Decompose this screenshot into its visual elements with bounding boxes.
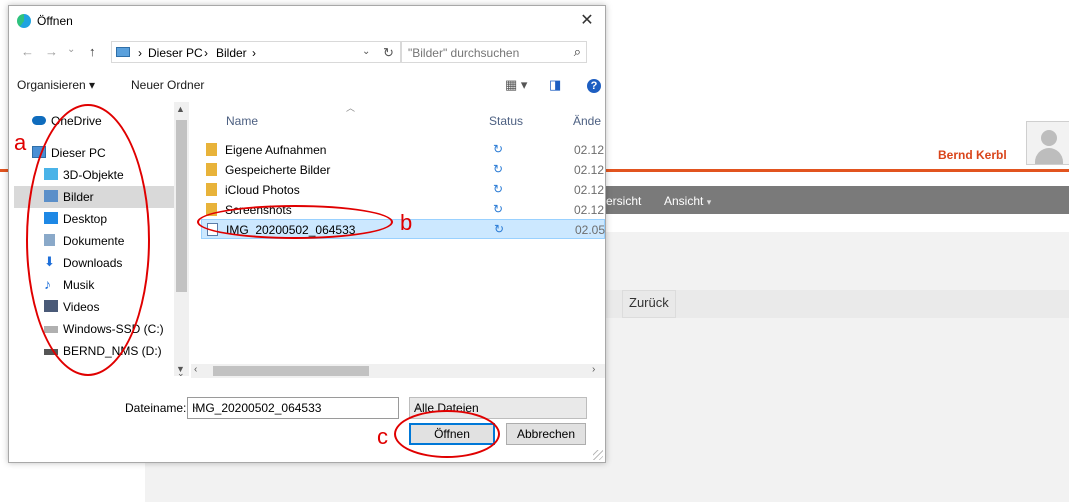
refresh-icon[interactable]: ↻ (383, 45, 394, 61)
breadcrumb-pc[interactable]: Dieser PC (148, 46, 203, 60)
scroll-right-icon[interactable]: › (592, 364, 595, 375)
file-list-hscrollbar[interactable]: ‹ › (191, 364, 605, 378)
address-row: ← → ⌄ ↑ › Dieser PC › Bilder › ⌄ ↻ ⌕ (9, 38, 605, 66)
breadcrumb-separator: › (138, 46, 142, 60)
annotation-ellipse-c (394, 410, 500, 458)
scroll-thumb[interactable] (213, 366, 369, 376)
annotation-ellipse-a (26, 104, 150, 376)
column-header-name[interactable]: Name (226, 114, 258, 128)
organize-menu[interactable]: Organisieren ▾ (17, 78, 95, 92)
chevron-down-icon: ▾ (706, 197, 712, 207)
breadcrumb-folder[interactable]: Bilder (216, 46, 247, 60)
sync-icon: ↻ (493, 182, 504, 196)
sync-icon: ↻ (494, 222, 505, 236)
search-input[interactable] (406, 44, 560, 62)
sync-icon: ↻ (493, 162, 504, 176)
close-button[interactable]: ✕ (575, 10, 599, 32)
chevron-down-icon[interactable]: ⌄ (177, 368, 185, 379)
annotation-letter-b: b (400, 210, 413, 235)
folder-icon (206, 143, 217, 156)
help-icon[interactable]: ? (587, 79, 601, 93)
column-header-status[interactable]: Status (489, 114, 523, 128)
filename-label: Dateiname: (125, 401, 187, 415)
view-options-icon[interactable]: ▦ ▾ (505, 77, 527, 93)
nav-overview-fragment[interactable]: ersicht (606, 194, 641, 208)
folder-icon (206, 183, 217, 196)
breadcrumb-separator: › (252, 46, 256, 60)
dialog-toolbar: Organisieren ▾ Neuer Ordner ▦ ▾ ◨ ? (9, 70, 605, 98)
sync-icon: ↻ (493, 202, 504, 216)
chevron-down-icon[interactable]: ⌄ (362, 46, 370, 57)
filename-input[interactable]: IMG_20200502_064533 ⌄ (187, 397, 399, 419)
dialog-titlebar[interactable]: Öffnen ✕ (9, 6, 605, 36)
column-header-date[interactable]: Ände (573, 114, 601, 128)
cloud-icon (32, 116, 46, 125)
up-arrow-icon[interactable]: ↑ (89, 44, 96, 59)
user-name[interactable]: Bernd Kerbl (938, 148, 1007, 162)
forward-arrow-icon[interactable]: → (45, 44, 58, 59)
file-row[interactable]: Eigene Aufnahmen ↻ 02.12 (201, 140, 605, 160)
file-date: 02.12 (574, 203, 605, 217)
file-date: 02.12 (574, 143, 605, 157)
file-name: Eigene Aufnahmen (225, 143, 327, 157)
computer-icon (116, 47, 130, 57)
sort-ascending-icon: ︿ (346, 103, 356, 113)
browser-icon (17, 14, 31, 28)
annotation-letter-c: c (377, 424, 388, 449)
cancel-button[interactable]: Abbrechen (506, 423, 586, 445)
recent-locations-icon[interactable]: ⌄ (67, 44, 75, 55)
nav-ansicht[interactable]: Ansicht ▾ (664, 194, 711, 208)
folder-icon (206, 163, 217, 176)
annotation-letter-a: a (14, 130, 27, 155)
file-date: 02.05 (575, 223, 605, 237)
avatar-head-shape (1041, 130, 1057, 146)
back-button[interactable]: Zurück (622, 290, 676, 318)
file-row[interactable]: Gespeicherte Bilder ↻ 02.12 (201, 160, 605, 180)
chevron-down-icon[interactable]: ⌄ (192, 401, 393, 412)
file-row[interactable]: iCloud Photos ↻ 02.12 (201, 180, 605, 200)
preview-pane-icon[interactable]: ◨ (549, 77, 561, 93)
resize-grip-icon[interactable] (593, 450, 603, 460)
file-date: 02.12 (574, 183, 605, 197)
scroll-left-icon[interactable]: ‹ (194, 364, 197, 375)
scroll-up-icon[interactable]: ▲ (176, 104, 185, 114)
file-name: iCloud Photos (225, 183, 300, 197)
search-box[interactable]: ⌕ (401, 41, 587, 63)
scroll-thumb[interactable] (176, 120, 187, 292)
back-arrow-icon[interactable]: ← (21, 44, 34, 59)
file-date: 02.12 (574, 163, 605, 177)
avatar[interactable] (1026, 121, 1069, 165)
avatar-body-shape (1035, 148, 1063, 164)
nav-ansicht-label: Ansicht (664, 194, 704, 208)
search-icon[interactable]: ⌕ (574, 44, 581, 60)
new-folder-button[interactable]: Neuer Ordner (131, 78, 204, 92)
navigation-pane-scrollbar[interactable]: ▲ ▼ (174, 102, 189, 376)
annotation-ellipse-b (197, 205, 393, 239)
sync-icon: ↻ (493, 142, 504, 156)
file-name: Gespeicherte Bilder (225, 163, 331, 177)
address-bar[interactable]: › Dieser PC › Bilder › ⌄ ↻ (111, 41, 401, 63)
breadcrumb-separator: › (204, 46, 208, 60)
dialog-title: Öffnen (37, 14, 73, 28)
